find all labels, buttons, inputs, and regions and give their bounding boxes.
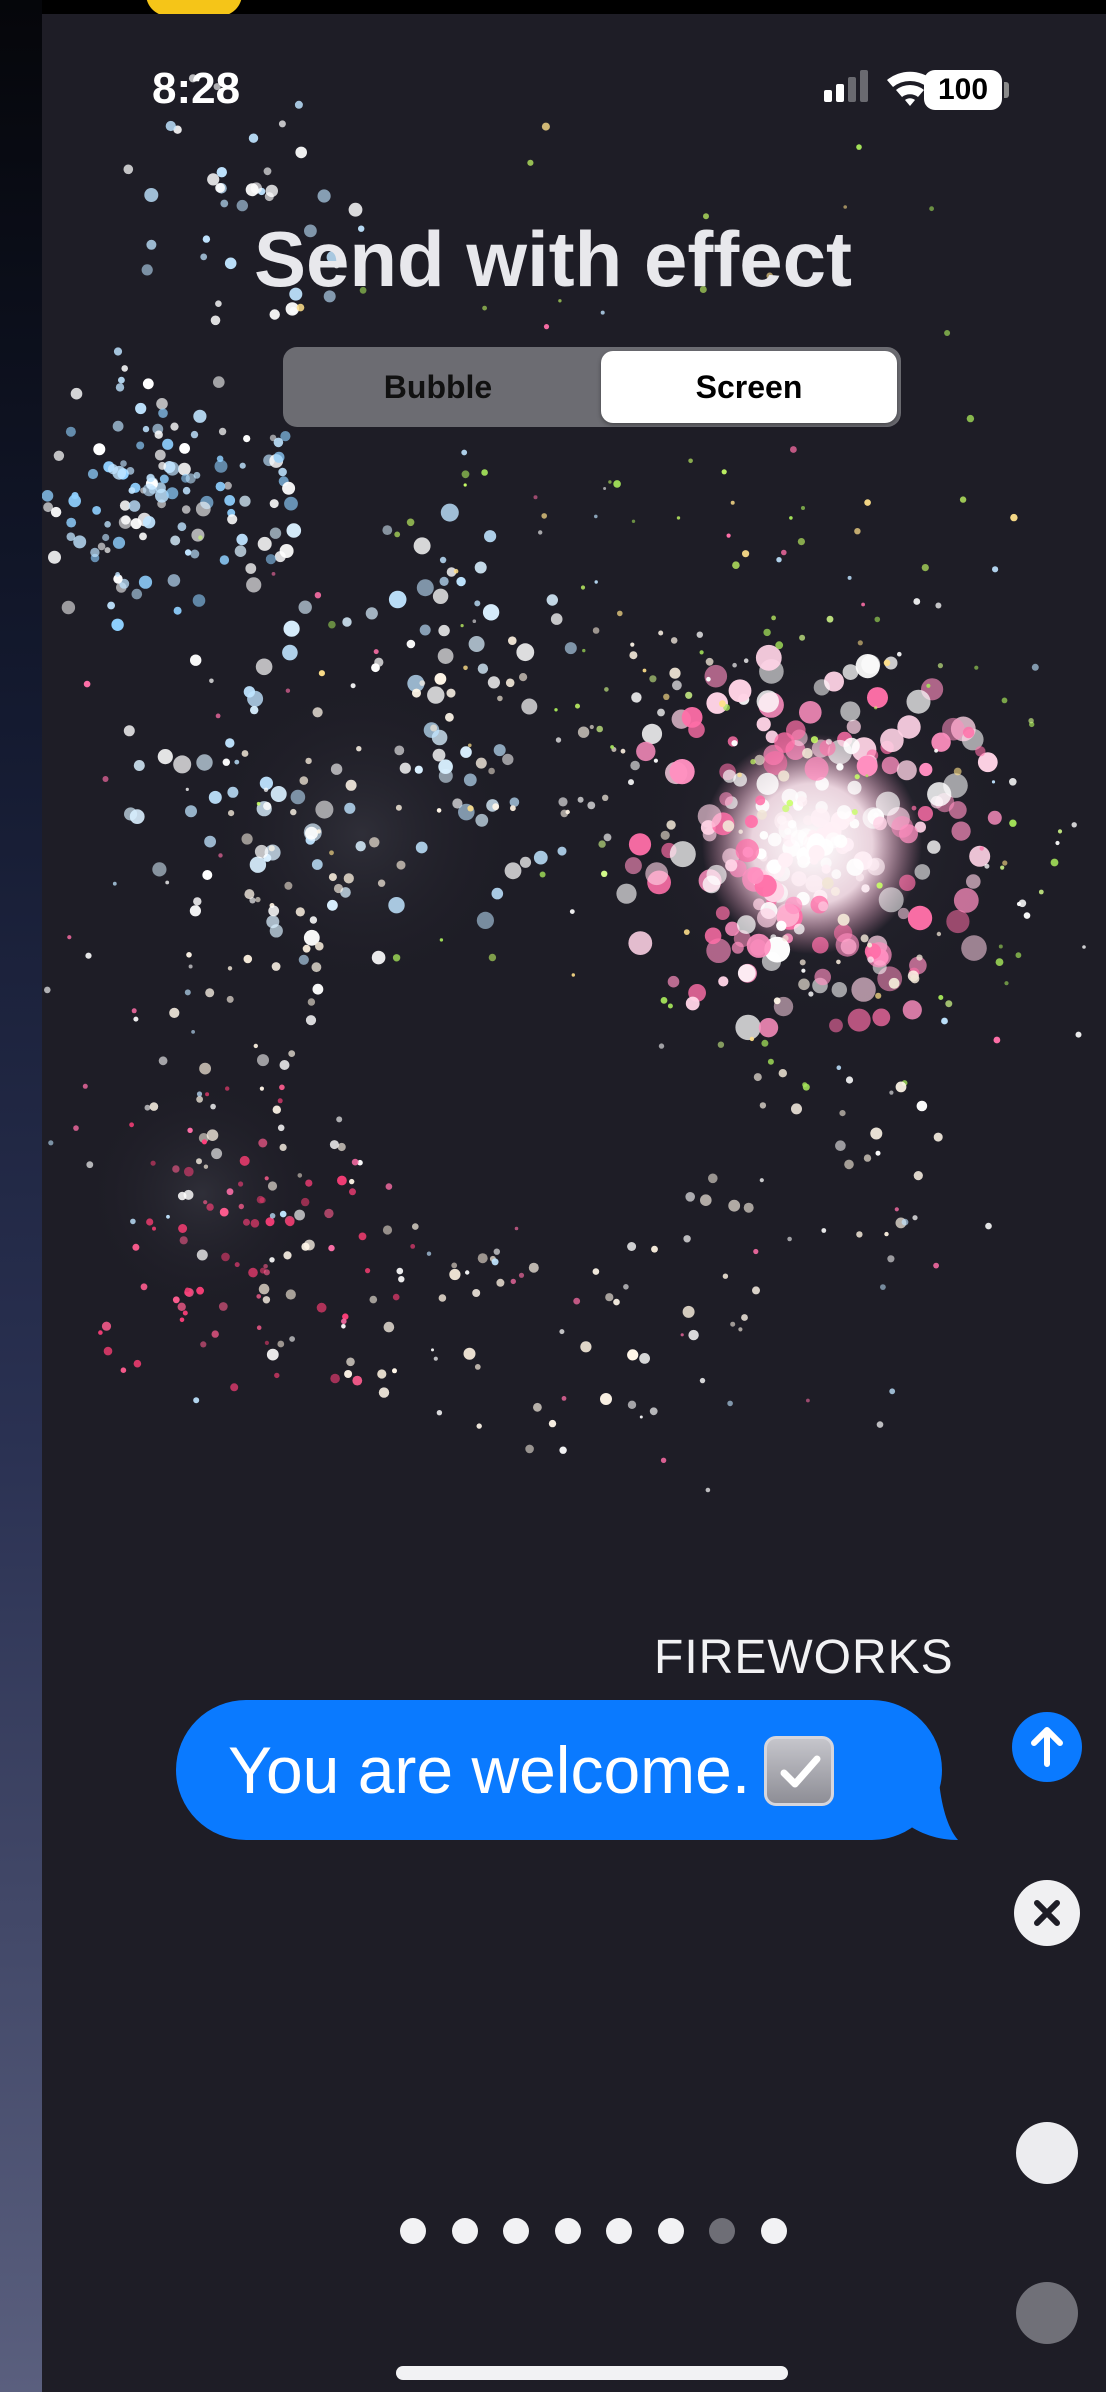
tab-screen[interactable]: Screen <box>601 351 897 423</box>
home-indicator <box>396 2366 788 2380</box>
message-text: You are welcome. <box>228 1733 751 1807</box>
cellular-signal-icon <box>824 70 868 102</box>
page-dot[interactable] <box>760 2218 787 2244</box>
effect-name-label: FIREWORKS <box>654 1631 954 1684</box>
battery-icon: 100 <box>924 70 1002 110</box>
page-dot[interactable] <box>400 2218 426 2244</box>
battery-cap <box>1004 82 1009 98</box>
arrow-up-icon <box>1031 1727 1063 1767</box>
side-circle-white <box>1016 2122 1078 2184</box>
close-icon <box>1034 1900 1060 1926</box>
effect-type-segmented-control: Bubble Screen <box>283 347 901 427</box>
status-time: 8:28 <box>152 64 241 113</box>
tab-bubble[interactable]: Bubble <box>287 351 589 423</box>
message-bubble-tail <box>900 1770 958 1840</box>
send-button[interactable] <box>1012 1712 1082 1782</box>
page-indicator <box>400 2216 790 2246</box>
page-dot[interactable] <box>554 2218 581 2244</box>
page-dot[interactable] <box>451 2218 478 2244</box>
message-bubble: You are welcome. <box>176 1700 942 1840</box>
check-mark-button-icon <box>764 1735 835 1806</box>
left-edge-background <box>0 0 42 2392</box>
cancel-button[interactable] <box>1014 1880 1080 1946</box>
page-title: Send with effect <box>253 215 853 303</box>
side-circle-gray <box>1016 2282 1078 2344</box>
page-dot[interactable] <box>606 2218 632 2244</box>
page-dot[interactable] <box>709 2218 735 2244</box>
page-dot[interactable] <box>657 2218 684 2244</box>
page-dot[interactable] <box>503 2218 529 2244</box>
